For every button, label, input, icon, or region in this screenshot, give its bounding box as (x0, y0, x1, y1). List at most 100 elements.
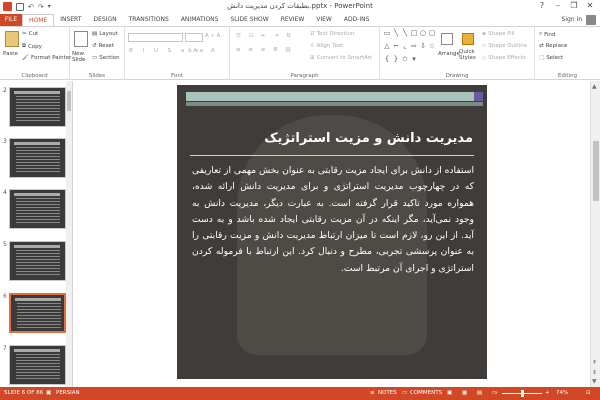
slide-title[interactable]: مدیریت دانش و مزیت استراتژیک (264, 131, 473, 146)
tab-view[interactable]: VIEW (310, 14, 338, 26)
section-button[interactable]: ▭ Section (92, 55, 120, 61)
minimize-button[interactable]: – (550, 0, 566, 12)
shape-line-icon[interactable]: ╲ (392, 29, 400, 41)
new-slide-button[interactable]: New Slide (72, 51, 90, 63)
view-buttons[interactable]: ▣ ▦ ▤ ▭ (447, 390, 501, 396)
font-color-buttons[interactable]: Aa A (193, 48, 218, 54)
shape-brace-icon[interactable]: { (383, 55, 391, 67)
zoom-level[interactable]: 74% (556, 390, 568, 396)
paste-button[interactable]: Paste (3, 51, 18, 57)
new-slide-icon[interactable] (74, 31, 88, 47)
prev-slide-icon[interactable]: ⇞ (592, 359, 597, 366)
spellcheck-icon[interactable]: ▣ (46, 390, 51, 396)
shape-arrow-right-icon[interactable]: ⇨ (410, 42, 418, 54)
tab-design[interactable]: DESIGN (87, 14, 122, 26)
shape-round-rect-icon[interactable]: ▢ (428, 29, 436, 41)
slide-thumbnail[interactable] (9, 189, 66, 229)
quick-styles-button[interactable]: Quick Styles (459, 49, 479, 61)
quick-styles-icon[interactable] (462, 33, 474, 45)
thumbnail-scrollbar[interactable] (66, 81, 72, 387)
find-button[interactable]: ⌕ Find (539, 31, 555, 38)
slide-thumbnail-selected[interactable] (9, 293, 66, 333)
slide-body-text[interactable]: استفاده از دانش برای ایجاد مزیت رقابتی ب… (192, 163, 474, 277)
shapes-gallery[interactable]: ▭ ╲ ╲ □ ○ ▢ △ ⌐ ⌞ ⇨ ⇩ ☆ {} ✩ ▾ (383, 29, 436, 67)
font-size-box[interactable] (185, 33, 203, 42)
shape-oval-icon[interactable]: ○ (419, 29, 427, 41)
save-icon[interactable] (16, 2, 24, 11)
copy-button[interactable]: ⧉ Copy (22, 43, 42, 50)
slide-thumbnail[interactable] (9, 138, 66, 178)
zoom-slider[interactable] (502, 390, 542, 397)
title-divider (190, 155, 474, 156)
help-button[interactable]: ? (534, 0, 550, 12)
shape-outline-button[interactable]: ▱ Shape Outline (482, 43, 527, 49)
font-group: A + A- B I U S abc Aa A Font (125, 27, 230, 80)
reset-button[interactable]: ↺ Reset (92, 43, 114, 49)
shape-corner-icon[interactable]: ⌐ (392, 42, 400, 54)
thumbnail-scroll-thumb[interactable] (67, 91, 71, 111)
effects-icon: ◇ (482, 55, 487, 61)
arrange-icon[interactable] (441, 33, 453, 45)
zoom-slider-thumb[interactable] (521, 390, 524, 397)
shape-brace2-icon[interactable]: } (392, 55, 400, 67)
font-format-buttons[interactable]: B I U S abc (129, 48, 203, 54)
layout-label: Layout (99, 31, 118, 37)
scroll-down-icon[interactable]: ▼ (592, 378, 597, 385)
avatar[interactable] (586, 15, 596, 25)
current-slide[interactable]: مدیریت دانش و مزیت استراتژیک استفاده از … (177, 85, 487, 379)
text-direction-button[interactable]: ⇵ Text Direction (310, 31, 354, 37)
slide-header-accent (474, 92, 483, 101)
editor-scroll-thumb[interactable] (593, 141, 599, 201)
zoom-out-icon[interactable]: – (495, 390, 498, 396)
slide-thumbnail[interactable] (9, 87, 66, 127)
tab-transitions[interactable]: TRANSITIONS (123, 14, 175, 26)
slide-thumbnail[interactable] (9, 345, 66, 385)
arrange-button[interactable]: Arrange (438, 51, 460, 57)
tab-file[interactable]: FILE (0, 14, 22, 26)
shape-star-icon[interactable]: ☆ (428, 42, 436, 54)
tab-home[interactable]: HOME (22, 14, 55, 26)
grow-font-button[interactable]: A + A- (205, 33, 224, 39)
shape-line2-icon[interactable]: ╲ (401, 29, 409, 41)
close-button[interactable]: ✕ (582, 0, 598, 12)
language-indicator[interactable]: PERSIAN (56, 390, 80, 396)
undo-icon[interactable]: ↶ (28, 3, 34, 11)
editor-scrollbar[interactable]: ▲ ⇞ ⇟ ▼ (590, 81, 600, 387)
shape-textbox-icon[interactable]: ▭ (383, 29, 391, 41)
shape-rect-icon[interactable]: □ (410, 29, 418, 41)
replace-button[interactable]: ⇄ Replace (539, 43, 567, 49)
customize-qat-icon[interactable]: ▾ (48, 3, 51, 10)
sign-in-link[interactable]: Sign in (562, 14, 582, 26)
align-text-button[interactable]: ⇳ Align Text (310, 43, 343, 49)
align-buttons[interactable]: ≡ ≡ ≡ ≣ ▥ (236, 47, 294, 53)
font-name-box[interactable] (128, 33, 183, 42)
fit-slide-icon[interactable]: ⊡ (586, 390, 591, 396)
shape-triangle-icon[interactable]: △ (383, 42, 391, 54)
shape-fill-button[interactable]: ◈ Shape Fill (482, 31, 515, 37)
slide-thumbnail[interactable] (9, 241, 66, 281)
restore-button[interactable]: ❐ (566, 0, 582, 12)
notes-button[interactable]: NOTES (378, 390, 397, 396)
shape-star2-icon[interactable]: ✩ (401, 55, 409, 67)
paste-icon[interactable] (5, 31, 19, 47)
shape-bracket-icon[interactable]: ⌞ (401, 42, 409, 54)
zoom-in-icon[interactable]: + (545, 390, 550, 396)
format-painter-button[interactable]: 🖌 Format Painter (22, 55, 71, 61)
next-slide-icon[interactable]: ⇟ (592, 369, 597, 376)
layout-button[interactable]: ▤ Layout (92, 31, 118, 37)
select-button[interactable]: ⬚ Select (539, 55, 563, 61)
tab-add-ins[interactable]: ADD-INS (338, 14, 376, 26)
cut-button[interactable]: ✂ Cut (22, 31, 38, 37)
shape-effects-button[interactable]: ◇ Shape Effects (482, 55, 526, 61)
comments-button[interactable]: COMMENTS (410, 390, 442, 396)
tab-review[interactable]: REVIEW (275, 14, 311, 26)
redo-icon[interactable]: ↷ (38, 3, 44, 11)
tab-slide-show[interactable]: SLIDE SHOW (224, 14, 274, 26)
shape-more-icon[interactable]: ▾ (410, 55, 418, 67)
convert-smartart-button[interactable]: ⊞ Convert to SmartArt (310, 55, 372, 61)
scroll-up-icon[interactable]: ▲ (592, 83, 597, 90)
list-buttons[interactable]: ☰ ☷ ⇤ ⇥ ⇅ (236, 33, 294, 39)
tab-animations[interactable]: ANIMATIONS (175, 14, 225, 26)
tab-insert[interactable]: INSERT (54, 14, 87, 26)
shape-arrow-down-icon[interactable]: ⇩ (419, 42, 427, 54)
